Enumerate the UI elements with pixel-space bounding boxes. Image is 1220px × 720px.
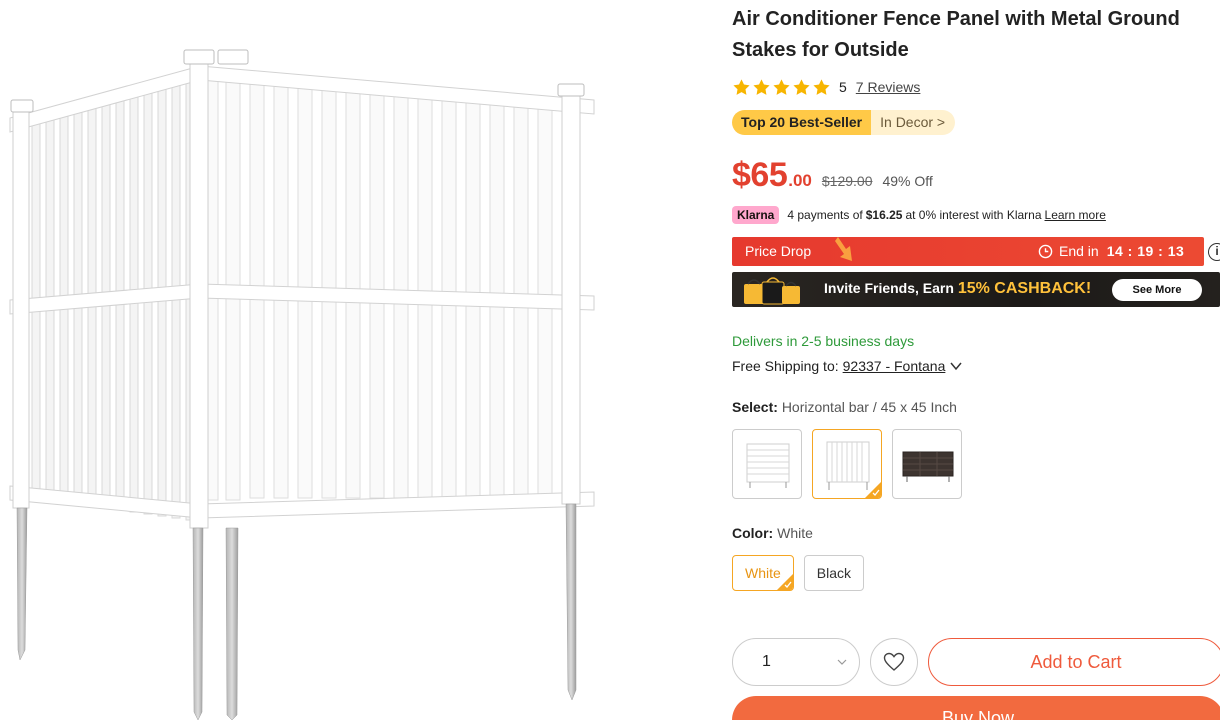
chevron-down-icon[interactable]: [949, 361, 963, 371]
color-option-white[interactable]: White: [732, 555, 794, 591]
color-options: White Black: [732, 555, 865, 591]
see-more-button[interactable]: See More: [1112, 279, 1202, 301]
category-link[interactable]: In Decor >: [871, 110, 956, 135]
cashback-prefix: Invite Friends, Earn: [824, 280, 954, 296]
rating-value: 5: [839, 79, 847, 95]
variant-option-1[interactable]: [732, 429, 802, 499]
star-icon: [792, 78, 811, 97]
color-option-black[interactable]: Black: [803, 555, 865, 591]
star-rating: [732, 78, 831, 97]
price-row: $65 .00 $129.00 49% Off: [732, 156, 933, 196]
price-drop-banner: Price Drop End in 14 : 19 : 13: [732, 237, 1204, 266]
shipping-label: Free Shipping to:: [732, 358, 839, 374]
klarna-learn-more-link[interactable]: Learn more: [1045, 208, 1106, 222]
color-select-label: Color: White: [732, 525, 813, 541]
end-in-label: End in: [1059, 243, 1099, 259]
clock-icon: [1038, 244, 1053, 258]
chevron-down-icon: [837, 659, 847, 665]
selected-check-icon: [776, 574, 793, 590]
buy-now-button[interactable]: Buy Now: [732, 696, 1220, 720]
product-info: Air Conditioner Fence Panel with Metal G…: [732, 0, 1220, 720]
add-to-cart-button[interactable]: Add to Cart: [928, 638, 1220, 686]
klarna-installments: Klarna 4 payments of $16.25 at 0% intere…: [732, 205, 1106, 225]
selected-check-icon: [865, 482, 881, 498]
reviews-link[interactable]: 7 Reviews: [856, 79, 921, 95]
original-price: $129.00: [821, 173, 873, 189]
product-image: [0, 0, 700, 720]
select-label: Select:: [732, 399, 778, 415]
star-icon: [812, 78, 831, 97]
color-label: Color:: [732, 525, 774, 541]
rating-row: 5 7 Reviews: [732, 76, 920, 98]
variant-thumbnail: [902, 451, 954, 482]
sale-price: $65: [732, 156, 788, 194]
wishlist-button[interactable]: [870, 638, 918, 686]
price-drop-label: Price Drop: [745, 243, 812, 259]
countdown-value: 14 : 19 : 13: [1106, 243, 1185, 259]
sale-price-cents: .00: [788, 171, 812, 190]
product-title: Air Conditioner Fence Panel with Metal G…: [732, 8, 1180, 61]
selected-variant: Horizontal bar / 45 x 45 Inch: [781, 399, 957, 415]
down-arrow-icon: [835, 237, 852, 261]
bestseller-label: Top 20 Best-Seller: [732, 110, 872, 135]
cashback-text: Invite Friends, Earn 15% CASHBACK!: [824, 280, 1091, 298]
bestseller-badge[interactable]: Top 20 Best-Seller In Decor >: [732, 110, 956, 135]
cashback-promo-banner[interactable]: Invite Friends, Earn 15% CASHBACK! See M…: [732, 272, 1220, 307]
quantity-select[interactable]: 1: [732, 638, 860, 686]
variant-option-2[interactable]: [812, 429, 882, 499]
fence-panel-image: [9, 49, 595, 720]
color-option-label: Black: [816, 565, 852, 581]
star-icon: [732, 78, 751, 97]
klarna-prefix: 4 payments of: [787, 208, 863, 222]
zip-location-link[interactable]: 92337 - Fontana: [843, 358, 946, 374]
klarna-logo: Klarna: [732, 206, 780, 224]
countdown-timer: End in 14 : 19 : 13: [1038, 243, 1184, 259]
star-icon: [752, 78, 771, 97]
delivery-estimate: Delivers in 2-5 business days: [732, 333, 915, 349]
star-icon: [772, 78, 791, 97]
cashback-highlight: 15% CASHBACK!: [957, 280, 1092, 297]
variant-thumbnail: [746, 443, 790, 488]
variant-options: [732, 429, 962, 499]
shipping-row: Free Shipping to: 92337 - Fontana: [732, 358, 963, 374]
heart-icon: [883, 652, 905, 671]
quantity-value: 1: [762, 653, 771, 670]
klarna-amount: $16.25: [865, 208, 903, 222]
variant-option-3[interactable]: [892, 429, 962, 499]
discount-label: 49% Off: [882, 173, 933, 189]
info-icon[interactable]: i: [1208, 243, 1220, 261]
color-option-label: White: [745, 565, 781, 581]
variant-select-label: Select: Horizontal bar / 45 x 45 Inch: [732, 399, 957, 415]
klarna-suffix: at 0% interest with Klarna: [905, 208, 1042, 222]
shopping-bags-icon: [744, 277, 800, 305]
selected-color: White: [777, 525, 813, 541]
